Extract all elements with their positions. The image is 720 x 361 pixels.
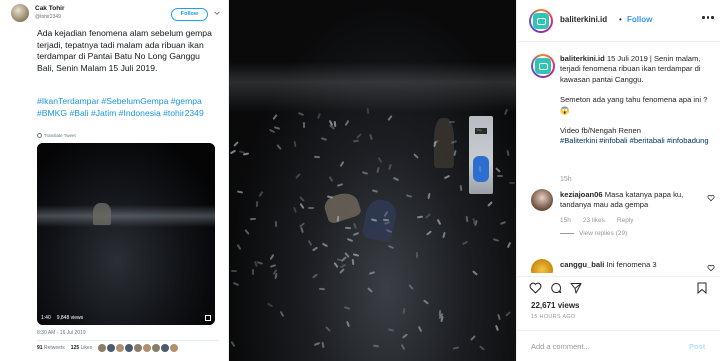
- video-trash-bin: [469, 116, 493, 194]
- video-scene: [37, 143, 215, 325]
- fish-speck: [313, 155, 321, 159]
- caption-text-block: baliterkini.id 15 Juli 2019 | Senin mala…: [560, 54, 716, 147]
- video-views: 9,848 views: [56, 315, 84, 321]
- account-avatar[interactable]: [529, 9, 553, 33]
- comment-body: Ini fenomena 3: [604, 260, 657, 269]
- translate-label: Translate Tweet: [44, 133, 76, 138]
- fish-speck: [382, 218, 390, 222]
- more-options-icon[interactable]: [702, 16, 714, 22]
- fish-speck: [415, 251, 419, 259]
- translate-tweet-link[interactable]: Translate Tweet: [37, 133, 76, 138]
- fish-speck: [448, 120, 456, 124]
- tweet-hashtags[interactable]: #IkanTerdampar #SebelumGempa #gempa #BMK…: [37, 96, 219, 119]
- fish-speck: [274, 220, 278, 228]
- fish-speck: [308, 207, 314, 209]
- tweet-card: Cak Tohir @tohir2349 Follow Ada kejadian…: [0, 0, 229, 361]
- tweet-avatar[interactable]: [11, 4, 29, 22]
- tweet-author-handle[interactable]: @tohir2349: [35, 14, 61, 20]
- retweets-stat[interactable]: 91 Retweets: [37, 345, 65, 351]
- views-count[interactable]: 22,671 views: [531, 301, 579, 310]
- caption-question: Semeton ada yang tahu fenomena apa ini ?…: [560, 95, 708, 115]
- tweet-follow-button[interactable]: Follow: [171, 8, 208, 21]
- add-comment-input[interactable]: Add a comment...: [531, 342, 590, 351]
- comment-likes[interactable]: 23 likes: [583, 217, 605, 224]
- commenter-username[interactable]: canggu_bali: [560, 260, 604, 269]
- view-replies-label: View replies (29): [579, 230, 628, 237]
- comment-text-block: canggu_bali Ini fenomena 3: [560, 260, 700, 270]
- tweet-video[interactable]: 1:40 9,848 views: [37, 143, 215, 325]
- fish-speck: [302, 121, 306, 129]
- view-replies-button[interactable]: View replies (29): [560, 230, 627, 237]
- video-wave: [229, 62, 516, 112]
- comment-time[interactable]: 15h: [560, 217, 571, 224]
- caption-username[interactable]: baliterkini.id: [560, 54, 605, 63]
- comment-bubble-icon[interactable]: [550, 282, 562, 294]
- avatar: [134, 344, 143, 352]
- fish-speck: [230, 269, 238, 273]
- caption-hashtags[interactable]: #Baliterkini #infobali #beritabali #info…: [560, 136, 716, 146]
- chevron-down-icon[interactable]: [213, 9, 221, 17]
- post-actions: [517, 276, 720, 298]
- heart-icon[interactable]: [707, 264, 715, 272]
- baliterkini-logo: [535, 58, 551, 74]
- bookmark-icon[interactable]: [697, 282, 707, 294]
- avatar: [116, 344, 125, 352]
- share-send-icon[interactable]: [570, 282, 582, 294]
- likes-stat[interactable]: 125 Likes: [71, 345, 92, 351]
- comment-item: canggu_bali Ini fenomena 3: [531, 259, 719, 273]
- avatar: [98, 344, 107, 352]
- tweet-header: Cak Tohir @tohir2349 Follow: [11, 4, 221, 24]
- caption-credit: Video fb/Nengah Renen: [560, 126, 641, 136]
- post-comment-button[interactable]: Post: [689, 342, 705, 351]
- fish-speck: [478, 165, 482, 173]
- video-figure: [93, 203, 111, 225]
- video-meta: 1:40 9,848 views: [41, 315, 83, 321]
- baliterkini-logo: [533, 13, 549, 29]
- comment-text-block: keziajoan06 Masa katanya papa ku, tandan…: [560, 190, 700, 211]
- video-duration: 1:40: [41, 315, 51, 321]
- avatar: [170, 344, 179, 352]
- video-shoreline: [37, 205, 215, 227]
- avatar: [152, 344, 161, 352]
- caption-avatar[interactable]: [531, 54, 555, 78]
- globe-icon: [37, 133, 42, 138]
- separator: •: [619, 15, 622, 24]
- avatar: [161, 344, 170, 352]
- fish-speck: [255, 200, 259, 208]
- fish-speck: [252, 269, 254, 275]
- liker-avatars: [98, 344, 179, 352]
- like-heart-icon[interactable]: [529, 282, 542, 294]
- comment-meta: 15h 23 likes Reply: [560, 217, 634, 224]
- instagram-follow-button[interactable]: Follow: [627, 15, 652, 24]
- tweet-stats: 91 Retweets 125 Likes: [37, 344, 179, 352]
- account-username[interactable]: baliterkini.id: [560, 15, 607, 24]
- replies-line: [560, 233, 574, 234]
- fullscreen-icon[interactable]: [205, 315, 211, 321]
- tweet-author-name[interactable]: Cak Tohir: [35, 5, 65, 12]
- caption-time[interactable]: 15h: [560, 176, 572, 183]
- instagram-panel: baliterkini.id • Follow baliterkini.id 1…: [516, 0, 720, 361]
- main-video[interactable]: [229, 0, 516, 361]
- screenshot-collage: Cak Tohir @tohir2349 Follow Ada kejadian…: [0, 0, 720, 361]
- tweet-text: Ada kejadian fenomena alam sebelum gempa…: [37, 28, 212, 73]
- fish-speck: [496, 174, 504, 178]
- fish-speck: [344, 226, 352, 230]
- avatar: [125, 344, 134, 352]
- commenter-username[interactable]: keziajoan06: [560, 190, 603, 199]
- add-comment-bar: Add a comment... Post: [517, 330, 720, 361]
- instagram-header: baliterkini.id • Follow: [517, 0, 720, 42]
- commenter-avatar[interactable]: [531, 259, 553, 273]
- divider: [37, 340, 219, 341]
- post-time-ago[interactable]: 15 HOURS AGO: [531, 314, 576, 320]
- heart-icon[interactable]: [707, 194, 715, 202]
- avatar: [107, 344, 116, 352]
- commenter-avatar[interactable]: [531, 189, 553, 211]
- fish-speck: [318, 287, 326, 291]
- tweet-timestamp[interactable]: 8:30 AM - 16 Jul 2019: [37, 330, 86, 336]
- avatar: [143, 344, 152, 352]
- comment-reply-button[interactable]: Reply: [617, 217, 634, 224]
- fish-speck: [508, 181, 516, 185]
